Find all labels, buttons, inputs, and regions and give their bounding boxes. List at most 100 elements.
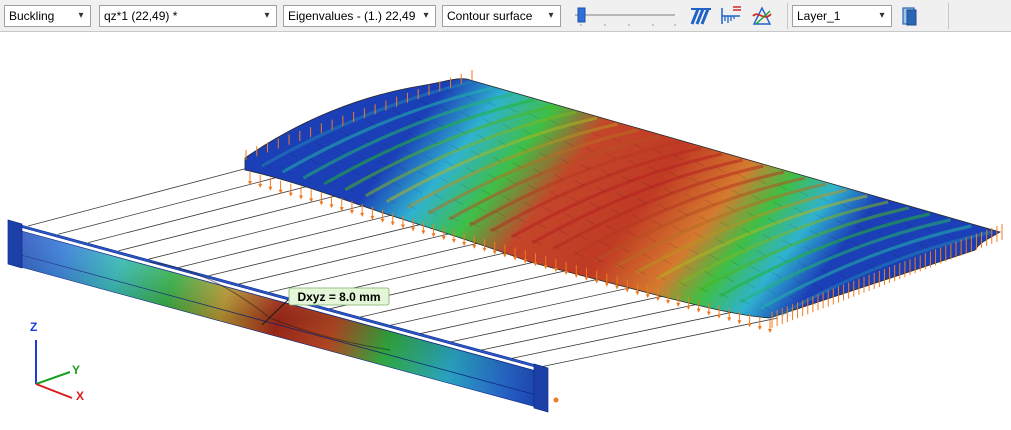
support-arrow-head <box>329 204 334 209</box>
beam-shading <box>10 228 540 408</box>
support-arrow-head <box>268 186 273 191</box>
slider-thumb[interactable] <box>577 7 586 23</box>
support-arrow-head <box>768 329 772 333</box>
support-arrow-head <box>523 259 528 264</box>
connection-line <box>359 264 592 318</box>
support-arrow-head <box>400 224 405 229</box>
support-arrow-head <box>615 285 620 290</box>
result-type-dropdown[interactable]: Eigenvalues - (1.) 22,49 * ▾ <box>283 5 436 27</box>
connection-line <box>479 299 716 351</box>
support-arrow-head <box>635 291 640 296</box>
layer-value: Layer_1 <box>797 9 841 23</box>
support-arrow-head <box>421 230 426 235</box>
support-arrow-head <box>574 273 579 278</box>
layer-dropdown[interactable]: Layer_1 ▾ <box>792 5 892 27</box>
beam-end-left <box>7 219 23 269</box>
connection-line <box>178 211 404 268</box>
support-arrow-head <box>655 297 660 302</box>
support-arrow-head <box>462 241 467 246</box>
analysis-type-value: Buckling <box>9 9 55 23</box>
support-arrow-head <box>441 236 446 241</box>
support-arrow-head <box>625 288 630 293</box>
support-arrow-head <box>502 253 507 258</box>
deck-surface <box>244 78 1001 319</box>
slider-ticks <box>580 24 676 26</box>
support-arrow-head <box>482 247 487 252</box>
beam-top-flange <box>9 221 547 371</box>
section-diagram-icon[interactable] <box>719 4 743 28</box>
support-arrow-head <box>472 244 477 249</box>
connection-line <box>58 176 280 235</box>
model-viewport[interactable]: Dxyz = 8.0 mm Z Y X <box>0 33 1011 430</box>
display-mode-dropdown[interactable]: Contour surface ▾ <box>442 5 561 27</box>
i-beam <box>7 219 549 413</box>
deformed-shape-icon[interactable] <box>750 4 774 28</box>
support-arrow-head <box>298 195 303 200</box>
support-arrow-head <box>543 265 548 270</box>
support-arrow-head <box>360 212 365 217</box>
connection-line <box>238 229 467 285</box>
chevron-down-icon: ▾ <box>548 10 554 21</box>
result-label-text: Dxyz = 8.0 mm <box>297 290 380 304</box>
connection-line <box>27 167 249 227</box>
chevron-down-icon: ▾ <box>423 10 429 21</box>
support-arrow-head <box>288 192 293 197</box>
support-arrow-head <box>451 239 456 244</box>
toolbar-separator <box>787 3 788 29</box>
support-arrow-head <box>604 282 609 287</box>
toolbar: Buckling ▾ qz*1 (22,49) * ▾ Eigenvalues … <box>0 0 1011 32</box>
load-case-value: qz*1 (22,49) * <box>104 9 178 23</box>
toolbar-separator <box>948 3 949 29</box>
result-type-value: Eigenvalues - (1.) 22,49 * <box>288 9 417 23</box>
support-arrow-head <box>594 279 599 284</box>
connection-line <box>148 202 373 260</box>
support-arrow-head <box>513 256 518 261</box>
axis-y-label: Y <box>72 363 80 377</box>
support-arrow-head <box>727 317 732 322</box>
support-arrow-head <box>258 183 263 188</box>
connection-line <box>208 220 436 277</box>
display-mode-value: Contour surface <box>447 9 533 23</box>
support-arrow-head <box>349 210 354 215</box>
support-arrow-head <box>757 326 762 331</box>
support-arrow-head <box>411 227 416 232</box>
support-node <box>553 397 559 403</box>
support-arrow-head <box>737 320 742 325</box>
analysis-type-dropdown[interactable]: Buckling ▾ <box>4 5 91 27</box>
connection-line <box>268 238 498 293</box>
axis-triad: Z Y X <box>30 320 84 403</box>
connection-line <box>118 194 342 252</box>
support-arrow-head <box>686 305 691 310</box>
support-arrow-head <box>553 268 558 273</box>
layers-icon[interactable] <box>898 4 922 28</box>
support-arrow-head <box>676 302 681 307</box>
support-arrow-head <box>431 233 436 238</box>
scale-slider[interactable] <box>571 6 679 26</box>
support-arrow-head <box>717 314 722 319</box>
diagram-display-icon[interactable] <box>689 4 713 28</box>
support-arrow-head <box>666 299 671 304</box>
connection-line <box>449 291 685 343</box>
axis-z-label: Z <box>30 320 37 334</box>
support-arrow-head <box>492 250 497 255</box>
load-case-dropdown[interactable]: qz*1 (22,49) * ▾ <box>99 5 277 27</box>
support-arrow-head <box>645 294 650 299</box>
support-arrow-head <box>696 308 701 313</box>
axis-x-line <box>35 383 73 399</box>
axis-y-line <box>35 371 71 385</box>
support-arrow-head <box>319 201 324 206</box>
support-arrow-head <box>380 218 385 223</box>
chevron-down-icon: ▾ <box>879 10 885 21</box>
chevron-down-icon: ▾ <box>264 10 270 21</box>
chevron-down-icon: ▾ <box>78 10 84 21</box>
connection-line <box>419 282 654 335</box>
connection-line <box>389 273 623 326</box>
support-arrow-head <box>747 323 752 328</box>
connection-line <box>509 308 747 360</box>
connection-line <box>88 185 311 243</box>
support-arrow-head <box>533 262 538 267</box>
support-arrow-head <box>706 311 711 316</box>
connection-line <box>539 317 779 368</box>
beam-end-right <box>533 363 549 413</box>
support-arrow-head <box>390 221 395 226</box>
